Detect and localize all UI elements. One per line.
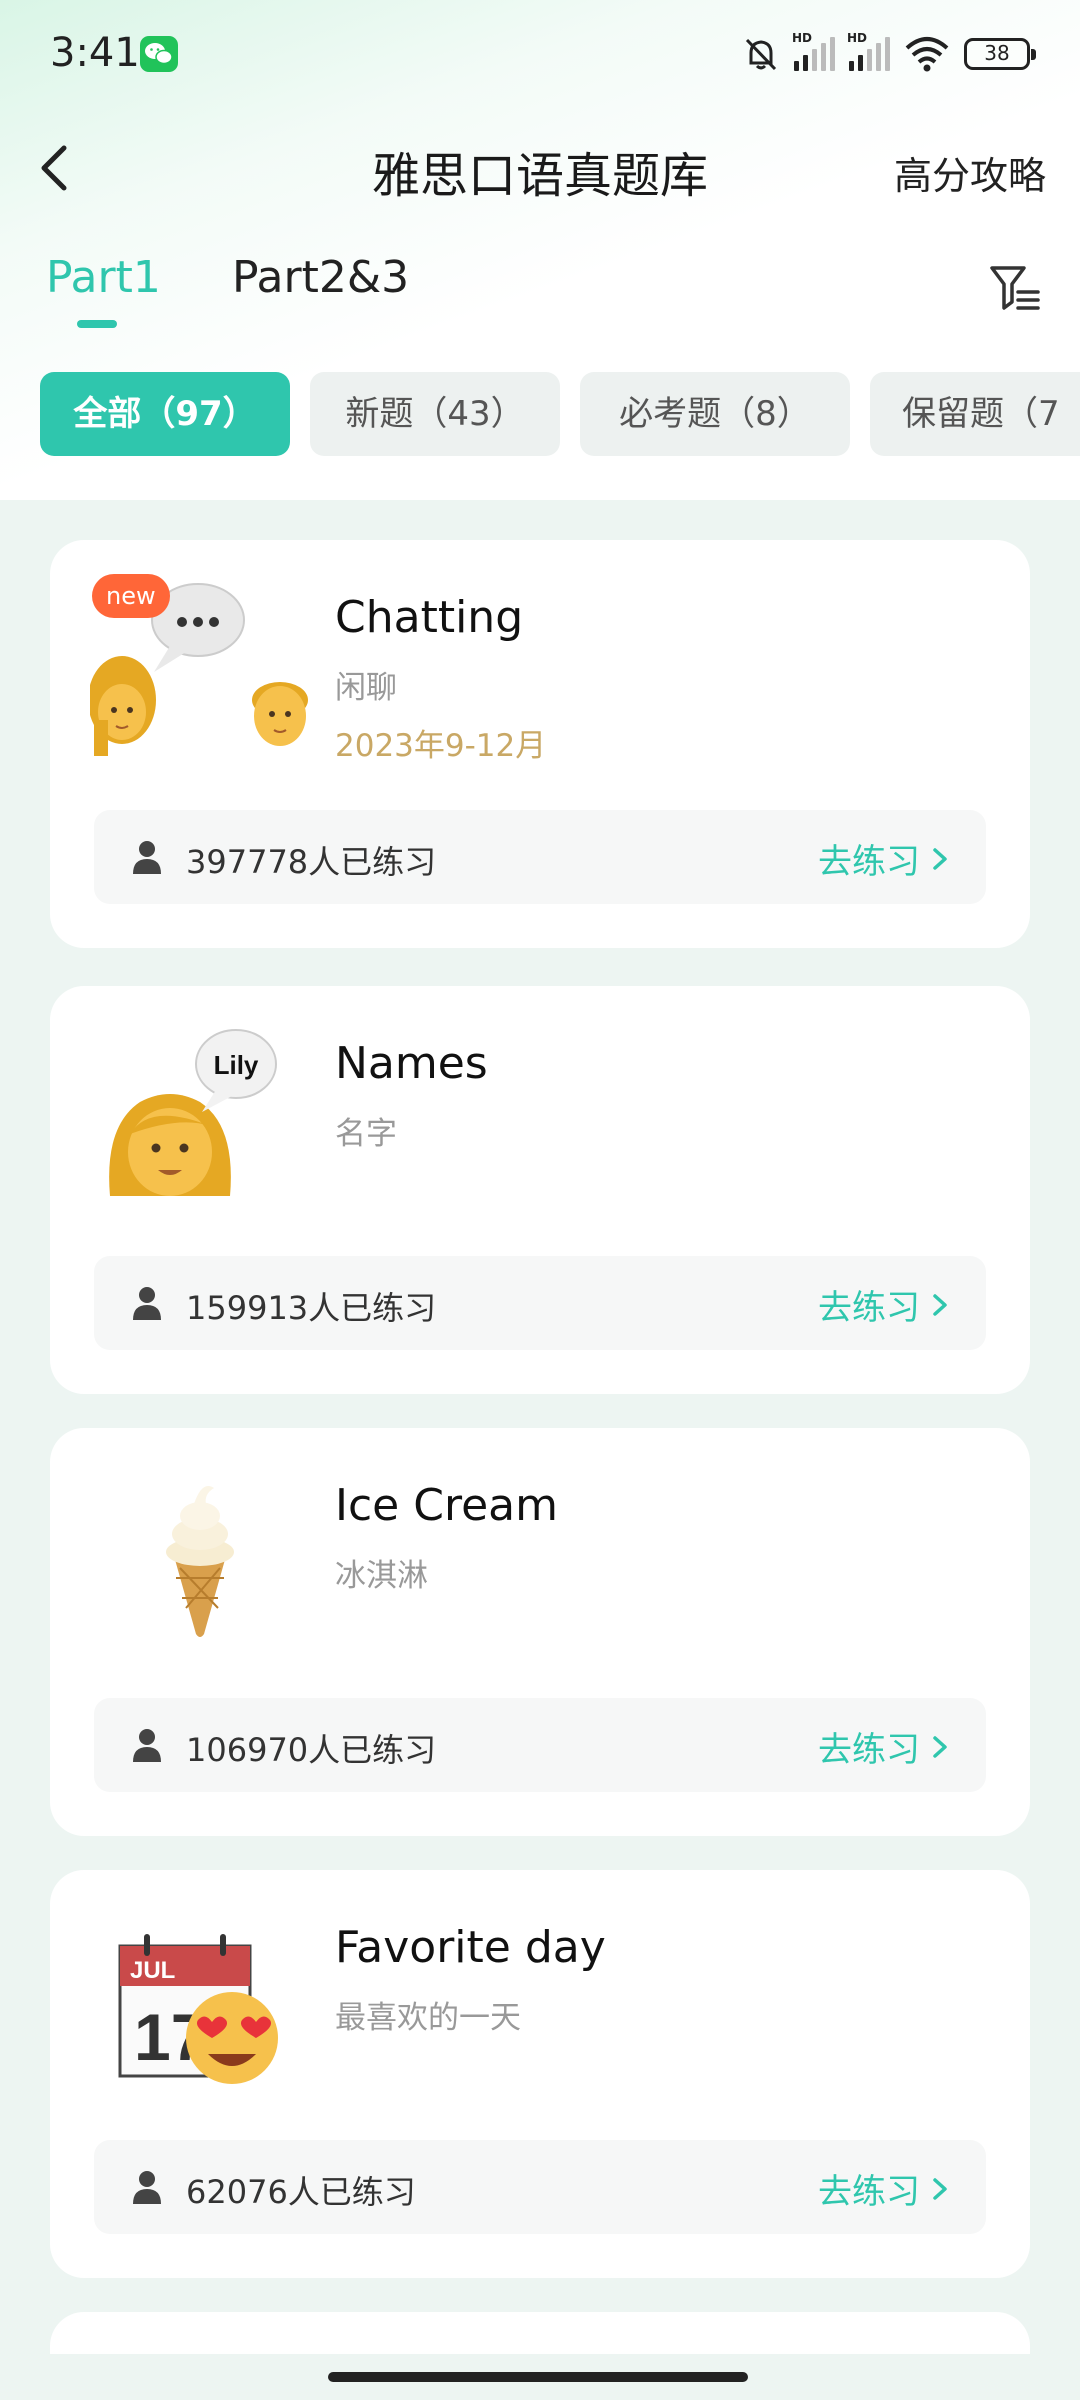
practice-button[interactable]: 去练习 [818,834,950,883]
mute-icon [745,38,777,71]
chevron-right-icon [933,1735,947,1758]
practice-count: 62076人已练习 [186,2173,416,2211]
battery-icon: 38 [964,38,1036,70]
practice-label: 去练习 [818,2172,920,2212]
woman-speech-bubble-illustration: Lily [109,1029,277,1196]
chip-retained[interactable]: 保留题（7 [870,372,1080,456]
practice-button[interactable]: 去练习 [818,1280,950,1329]
new-badge: new [92,574,170,618]
topic-card[interactable]: new Chatting 闲聊 2023年9-12月 397778人已练习 去练… [50,540,1030,948]
topic-card[interactable]: Lily Names 名字 159913人已练习 去练习 [50,986,1030,1394]
chip-required[interactable]: 必考题（8） [580,372,850,456]
topic-card[interactable]: Ice Cream 冰淇淋 106970人已练习 去练习 [50,1428,1030,1836]
chevron-right-icon [933,2177,947,2200]
card-footer: 106970人已练习 去练习 [94,1698,986,1792]
card-title: Ice Cream [335,1480,558,1531]
filter-list-icon[interactable] [988,262,1042,316]
calendar-month: JUL [130,1957,175,1984]
chevron-right-icon [933,1293,947,1316]
wechat-icon [140,36,178,72]
practice-label: 去练习 [818,1730,920,1770]
practice-count: 397778人已练习 [186,843,437,881]
practice-count: 106970人已练习 [186,1731,437,1769]
practice-button[interactable]: 去练习 [818,2164,950,2213]
signal-hd-icon: HD [792,31,835,71]
wifi-icon [905,37,949,72]
card-subtitle: 冰淇淋 [335,1558,428,1594]
card-date: 2023年9-12月 [335,728,547,764]
tab-part1[interactable]: Part1 [46,252,161,303]
card-footer: 397778人已练习 去练习 [94,810,986,904]
bubble-text: Lily [214,1050,259,1080]
practice-count: 159913人已练习 [186,1289,437,1327]
card-subtitle: 闲聊 [335,670,397,706]
signal-hd-icon: HD [847,31,890,71]
card-title: Chatting [335,592,524,643]
status-bar: 3:41 HD HD 38 [0,0,1080,110]
chip-all[interactable]: 全部（97） [40,372,290,456]
strategy-link[interactable]: 高分攻略 [894,145,1046,200]
tab-indicator [77,320,117,328]
card-subtitle: 名字 [335,1116,397,1152]
chevron-right-icon [933,847,947,870]
home-indicator[interactable] [328,2372,748,2382]
chip-new[interactable]: 新题（43） [310,372,560,456]
person-icon [133,1287,161,1320]
practice-label: 去练习 [818,842,920,882]
topic-card[interactable]: JUL 17 Favorite day 最喜欢的一天 62076人已练习 去练习 [50,1870,1030,2278]
card-subtitle: 最喜欢的一天 [335,2000,521,2036]
practice-label: 去练习 [818,1288,920,1328]
tab-part2-3[interactable]: Part2&3 [232,252,409,303]
card-title: Names [335,1038,488,1089]
calendar-heart-eyes-illustration: JUL 17 [118,1934,278,2084]
person-icon [133,841,161,874]
card-title: Favorite day [335,1922,606,1973]
ice-cream-cone-illustration [166,1486,234,1637]
person-icon [133,1729,161,1762]
person-icon [133,2171,161,2204]
card-footer: 62076人已练习 去练习 [94,2140,986,2234]
filter-chips: 全部（97） 新题（43） 必考题（8） 保留题（7 [40,372,1080,456]
card-footer: 159913人已练习 去练习 [94,1256,986,1350]
practice-button[interactable]: 去练习 [818,1722,950,1771]
status-time: 3:41 [50,30,140,76]
